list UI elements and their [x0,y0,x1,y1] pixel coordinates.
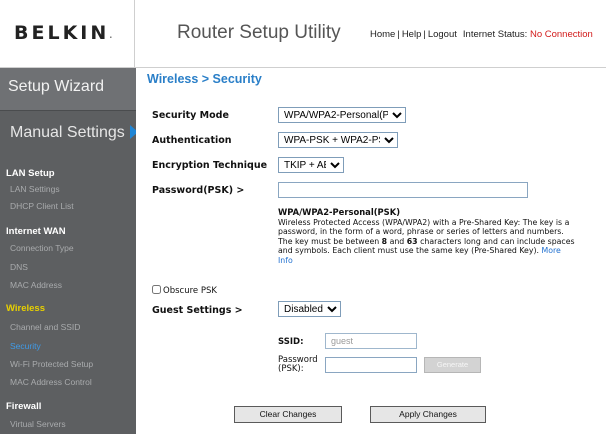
sidebar-item-security[interactable]: Security [10,341,41,351]
apply-changes-button[interactable]: Apply Changes [370,406,486,423]
internet-status-label: Internet Status: [462,29,528,40]
guest-ssid-value: guest [331,336,354,346]
manual-settings-heading[interactable]: Manual Settings [10,124,138,142]
guest-password-label-line2: (PSK): [278,364,304,374]
sidebar-item-dhcp-client-list[interactable]: DHCP Client List [10,201,74,211]
link-separator: | [397,29,400,40]
guest-ssid-label: SSID: [278,337,304,347]
sidebar-item-connection-type[interactable]: Connection Type [10,243,74,253]
top-links: Home | Help | Logout Internet Status: No Conn… [370,29,593,40]
sidebar-heading-internet-wan[interactable]: Internet WAN [6,226,66,237]
link-separator: | [423,29,426,40]
encryption-technique-select[interactable]: TKIP + AES [278,157,344,173]
sidebar: Setup Wizard Manual Settings LAN Setup L… [0,68,138,434]
guest-password-input[interactable] [325,357,417,373]
info-text-part: and [387,236,407,246]
page-title: Wireless > Security [147,72,262,86]
authentication-select[interactable]: WPA-PSK + WPA2-PSK [278,132,398,148]
clear-changes-button[interactable]: Clear Changes [234,406,342,423]
password-psk-input[interactable] [278,182,528,198]
security-mode-label: Security Mode [152,110,229,121]
sidebar-item-lan-settings[interactable]: LAN Settings [10,184,60,194]
obscure-psk-label: Obscure PSK [163,286,217,296]
manual-settings-label: Manual Settings [10,124,125,141]
guest-settings-label: Guest Settings > [152,305,243,316]
info-max-chars: 63 [406,236,418,246]
logo-text: BELKIN [14,22,110,44]
sidebar-item-channel-and-ssid[interactable]: Channel and SSID [10,322,80,332]
security-mode-select[interactable]: WPA/WPA2-Personal(PSK) [278,107,406,123]
authentication-label: Authentication [152,135,232,146]
sidebar-item-mac-address[interactable]: MAC Address [10,280,62,290]
setup-wizard-button[interactable]: Setup Wizard [0,68,136,111]
obscure-psk-checkbox[interactable] [152,285,161,294]
internet-status-value: No Connection [529,29,593,40]
header: BELKIN. Router Setup Utility Home | Help | L… [0,0,606,68]
sidebar-heading-lan-setup[interactable]: LAN Setup [6,168,55,179]
sidebar-item-virtual-servers[interactable]: Virtual Servers [10,419,66,429]
security-info-text: WPA/WPA2-Personal(PSK) Wireless Protecte… [278,207,578,266]
sidebar-heading-firewall[interactable]: Firewall [6,401,41,412]
app-title: Router Setup Utility [177,22,341,43]
generate-button[interactable]: Generate [424,357,481,373]
logo-mark: . [109,31,113,40]
encryption-technique-label: Encryption Technique [152,160,268,171]
info-title: WPA/WPA2-Personal(PSK) [278,207,401,217]
main-content: Wireless > Security Security Mode WPA/WP… [136,68,606,434]
guest-password-label: Password (PSK): [278,356,318,374]
password-psk-label: Password(PSK) > [152,185,245,196]
sidebar-item-mac-address-control[interactable]: MAC Address Control [10,377,92,387]
sidebar-item-dns[interactable]: DNS [10,262,28,272]
belkin-logo[interactable]: BELKIN. [14,22,112,44]
sidebar-heading-wireless[interactable]: Wireless [6,303,45,314]
home-link[interactable]: Home [370,29,395,40]
logo-area: BELKIN. [0,0,135,68]
logout-link[interactable]: Logout [428,29,457,40]
guest-settings-select[interactable]: Disabled [278,301,341,317]
obscure-psk-option[interactable]: Obscure PSK [152,285,217,296]
setup-wizard-label: Setup Wizard [8,78,105,95]
sidebar-item-wifi-protected-setup[interactable]: Wi-Fi Protected Setup [10,359,93,369]
help-link[interactable]: Help [402,29,422,40]
guest-ssid-input[interactable]: guest [325,333,417,349]
